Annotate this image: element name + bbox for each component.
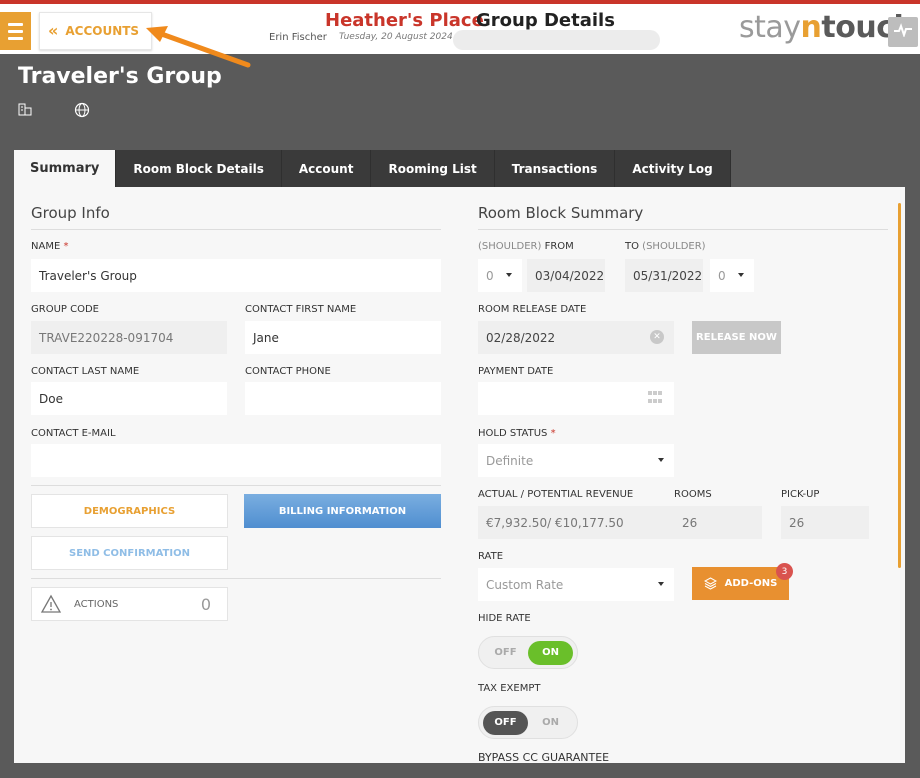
actions-button[interactable]: ACTIONS 0	[31, 587, 228, 621]
panel-scrollbar[interactable]	[898, 203, 901, 568]
hide-rate-toggle[interactable]: OFF ON	[478, 636, 578, 669]
warning-icon	[40, 594, 62, 613]
contact-last-name-label: CONTACT LAST NAME	[31, 366, 140, 377]
double-chevron-left-icon: «	[48, 21, 58, 40]
tab-room-block-details[interactable]: Room Block Details	[116, 150, 282, 187]
payment-date-label: PAYMENT DATE	[478, 366, 554, 377]
group-title: Traveler's Group	[18, 64, 222, 89]
summary-panel: Group Info NAME * Traveler's Group GROUP…	[14, 187, 905, 763]
group-code-field: TRAVE220228-091704	[31, 321, 227, 354]
contact-phone-field[interactable]	[245, 382, 441, 415]
payment-date-field[interactable]	[478, 382, 674, 415]
rooms-field: 26	[674, 506, 762, 539]
chevron-down-icon	[738, 273, 744, 277]
tab-rooming-list[interactable]: Rooming List	[371, 150, 495, 187]
chevron-down-icon	[658, 582, 664, 586]
hotel-name: Heather's Place	[325, 10, 484, 31]
actions-label: ACTIONS	[74, 598, 119, 610]
header-search-bar[interactable]	[453, 30, 660, 50]
group-code-label: GROUP CODE	[31, 304, 99, 315]
name-label: NAME *	[31, 241, 69, 252]
revenue-label: ACTUAL / POTENTIAL REVENUE	[478, 489, 634, 500]
to-date-field[interactable]: 05/31/2022	[625, 259, 703, 292]
tax-exempt-toggle[interactable]: OFF ON	[478, 706, 578, 739]
accounts-back-button[interactable]: « ACCOUNTS	[39, 12, 152, 50]
contact-first-name-field[interactable]: Jane	[245, 321, 441, 354]
shoulder-to-select[interactable]: 0	[710, 259, 754, 292]
chevron-down-icon	[658, 458, 664, 462]
top-header: « ACCOUNTS Heather's Place Group Details…	[0, 4, 920, 54]
shoulder-from-select[interactable]: 0	[478, 259, 522, 292]
contact-first-name-label: CONTACT FIRST NAME	[245, 304, 357, 315]
rate-select[interactable]: Custom Rate	[478, 568, 674, 601]
to-label: TO (SHOULDER)	[625, 241, 706, 252]
group-info-divider-3	[31, 578, 441, 579]
page-title: Group Details	[476, 10, 615, 31]
rate-label: RATE	[478, 551, 504, 562]
room-block-divider	[478, 229, 888, 230]
hold-status-label: HOLD STATUS *	[478, 428, 556, 439]
room-release-date-field[interactable]: 02/28/2022	[478, 321, 674, 354]
user-name: Erin Fischer	[269, 32, 327, 43]
add-ons-count-badge: 3	[776, 563, 793, 580]
building-icon[interactable]	[18, 102, 32, 116]
chevron-down-icon	[506, 273, 512, 277]
tax-exempt-off-option: OFF	[483, 710, 528, 735]
room-release-date-label: ROOM RELEASE DATE	[478, 304, 587, 315]
tab-activity-log[interactable]: Activity Log	[615, 150, 731, 187]
release-now-button[interactable]: RELEASE NOW	[692, 321, 781, 354]
contact-email-label: CONTACT E-MAIL	[31, 428, 116, 439]
group-info-title: Group Info	[31, 204, 110, 222]
tab-account[interactable]: Account	[281, 150, 372, 187]
from-label: (SHOULDER) FROM	[478, 241, 574, 252]
tab-transactions[interactable]: Transactions	[494, 150, 616, 187]
pickup-label: PICK-UP	[781, 489, 820, 500]
pickup-field: 26	[781, 506, 869, 539]
contact-phone-label: CONTACT PHONE	[245, 366, 331, 377]
bypass-cc-guarantee-label: BYPASS CC GUARANTEE	[478, 751, 610, 763]
demographics-button[interactable]: DEMOGRAPHICS	[31, 494, 228, 528]
contact-email-field[interactable]	[31, 444, 441, 477]
tax-exempt-label: TAX EXEMPT	[478, 683, 541, 694]
hide-rate-on-option: ON	[528, 640, 573, 665]
billing-information-button[interactable]: BILLING INFORMATION	[244, 494, 441, 528]
from-date-field[interactable]: 03/04/2022	[527, 259, 605, 292]
group-name-field[interactable]: Traveler's Group	[31, 259, 441, 292]
hold-status-select[interactable]: Definite	[478, 444, 674, 477]
send-confirmation-button[interactable]: SEND CONFIRMATION	[31, 536, 228, 570]
room-block-summary-title: Room Block Summary	[478, 204, 644, 222]
hamburger-icon[interactable]	[0, 12, 31, 50]
accounts-back-label: ACCOUNTS	[65, 24, 140, 38]
group-info-divider	[31, 229, 441, 230]
globe-icon[interactable]	[74, 102, 90, 118]
calendar-icon[interactable]	[648, 391, 664, 405]
actions-count: 0	[200, 594, 211, 614]
add-ons-label: ADD-ONS	[724, 578, 778, 589]
activity-pulse-icon[interactable]	[888, 17, 918, 47]
add-ons-button[interactable]: ADD-ONS	[692, 567, 789, 600]
contact-last-name-field[interactable]: Doe	[31, 382, 227, 415]
revenue-field: €7,932.50/ €10,177.50	[478, 506, 674, 539]
tab-bar: Summary Room Block Details Account Roomi…	[14, 150, 731, 187]
business-date: Tuesday, 20 August 2024	[339, 32, 453, 42]
group-info-divider-2	[31, 485, 441, 486]
tax-exempt-on-option: ON	[542, 717, 559, 728]
tab-summary[interactable]: Summary	[14, 150, 117, 187]
layers-icon	[703, 577, 717, 590]
clear-icon[interactable]: ✕	[650, 330, 664, 344]
hide-rate-label: HIDE RATE	[478, 613, 531, 624]
rooms-label: ROOMS	[674, 489, 712, 500]
hide-rate-off-option: OFF	[494, 647, 517, 658]
